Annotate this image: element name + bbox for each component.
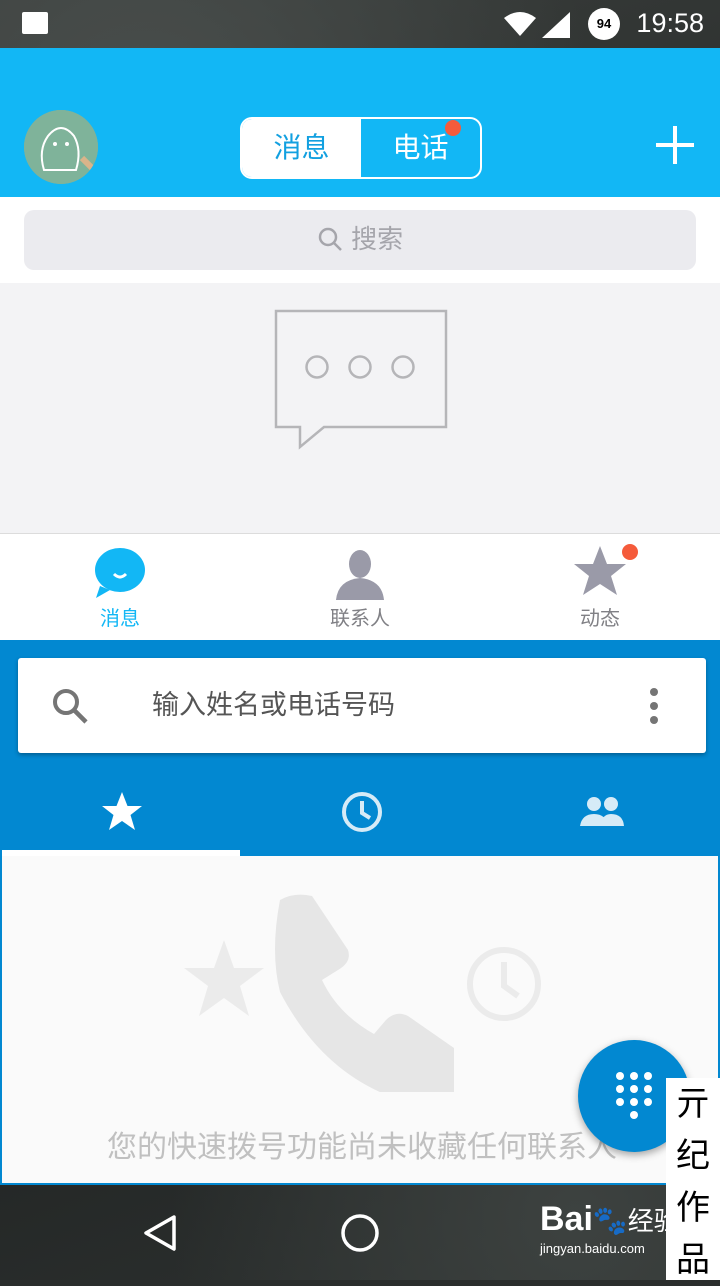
dialer-window: 输入姓名或电话号码 您的快速拨号功能尚未收藏任何联系人 [0,640,720,1185]
star-icon [574,546,626,595]
more-options-icon[interactable] [649,688,659,724]
home-icon[interactable] [340,1213,380,1253]
qq-window: 消息 电话 搜索 消息 联系人 动态 [0,48,720,641]
tab-messages[interactable]: 消息 [242,119,361,177]
tab-recents[interactable] [242,762,482,856]
nav-feeds-label: 动态 [580,606,620,630]
dialer-search-input[interactable]: 输入姓名或电话号码 [18,658,706,753]
search-bar-container: 搜索 [0,197,720,283]
nav-contacts-label: 联系人 [330,606,390,630]
nav-messages-label: 消息 [100,606,140,630]
search-icon [53,689,88,724]
signal-icon [542,12,570,38]
add-button[interactable] [656,126,694,164]
tab-contacts[interactable] [482,762,718,856]
contacts-icon [336,550,384,600]
wifi-icon [504,12,536,36]
tab-speed-dial[interactable] [2,762,242,856]
search-placeholder: 搜索 [351,225,404,255]
clock: 19:58 [636,8,704,38]
nav-feeds[interactable]: 动态 [480,534,720,641]
qq-header: 消息 电话 [0,48,720,197]
message-icon [95,548,145,598]
dialer-search-placeholder: 输入姓名或电话号码 [152,690,395,721]
empty-chat-bubble-icon [274,309,448,450]
tab-indicator [2,850,240,856]
bottom-navigation: 消息 联系人 动态 [0,533,720,641]
watermark-url: jingyan.baidu.com [540,1241,645,1256]
calls-badge [445,120,461,136]
star-icon [102,792,142,830]
paw-icon: 🐾 [592,1205,628,1236]
people-icon [580,797,624,826]
watermark-logo: Bai [540,1200,593,1238]
status-bar: 94 19:58 [0,0,720,48]
clock-icon [342,792,382,832]
back-icon[interactable] [140,1213,180,1253]
dialpad-icon [616,1072,652,1119]
dialer-header: 输入姓名或电话号码 [2,642,718,856]
empty-messages [0,283,720,533]
avatar[interactable] [24,110,98,184]
battery-icon: 94 [588,8,620,40]
feeds-badge [622,544,638,560]
nav-contacts[interactable]: 联系人 [240,534,480,641]
nav-messages[interactable]: 消息 [0,534,240,641]
search-input[interactable]: 搜索 [24,210,696,270]
avatar-image [24,110,98,184]
search-icon [318,227,342,251]
tab-calls[interactable]: 电话 [361,119,480,177]
author-watermark: 亓纪作品 [666,1078,720,1280]
baidu-watermark: Bai🐾经验 jingyan.baidu.com [540,1200,680,1256]
image-notification-icon [22,12,48,34]
